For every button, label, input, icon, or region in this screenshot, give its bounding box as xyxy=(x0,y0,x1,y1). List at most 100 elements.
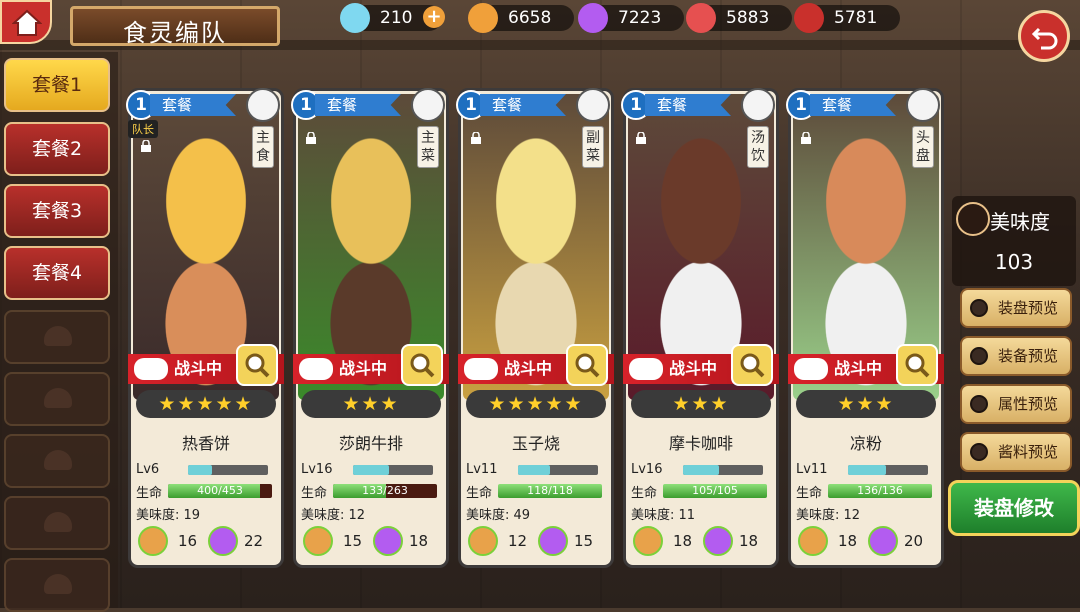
sauce-crystal-icon[interactable] xyxy=(703,526,733,556)
radio-icon xyxy=(970,395,988,413)
flavor-stat: 美味度: 12 xyxy=(796,508,861,523)
inspect-button[interactable] xyxy=(896,344,938,386)
flavor-label: 美味度 xyxy=(990,210,1050,234)
plate-icon xyxy=(906,88,940,122)
resource-crystal: 7223 xyxy=(578,3,684,33)
inspect-button[interactable] xyxy=(401,344,443,386)
set-tab-2[interactable]: 套餐2 xyxy=(4,122,110,176)
home-button[interactable] xyxy=(0,0,52,44)
battle-status: 战斗中 xyxy=(669,359,718,378)
sauce-flask-icon[interactable] xyxy=(633,526,663,556)
add-diamond-button[interactable]: + xyxy=(423,6,445,28)
level-progress-bar xyxy=(848,465,928,475)
sauce-count: 15 xyxy=(343,532,363,550)
food-soul-card[interactable]: 1 套餐 主菜 战斗中 ★★★ 莎朗牛排 Lv16 生命 133/263 美味度… xyxy=(291,88,449,568)
food-soul-card[interactable]: 1 套餐 汤饮 战斗中 ★★★ 摩卡咖啡 Lv16 生命 105/105 美味度… xyxy=(621,88,779,568)
sauce-flask-icon[interactable] xyxy=(798,526,828,556)
sauce-preview-button[interactable]: 酱料预览 xyxy=(960,432,1072,472)
set-ribbon: 套餐 xyxy=(645,94,731,116)
hp-value: 133/263 xyxy=(362,484,408,497)
food-soul-card[interactable]: 1 套餐 副菜 战斗中 ★★★★★ 玉子烧 Lv11 生命 118/118 美味… xyxy=(456,88,614,568)
mask-icon xyxy=(629,358,663,380)
right-panel: 美味度 103 装盘预览 装备预览 属性预览 酱料预览 装盘修改 xyxy=(948,196,1080,546)
attribute-preview-button[interactable]: 属性预览 xyxy=(960,384,1072,424)
level-text: Lv16 xyxy=(631,462,663,477)
character-name: 热香饼 xyxy=(181,434,230,453)
return-arrow-icon xyxy=(1031,27,1058,50)
dish-role-tag: 汤饮 xyxy=(747,126,769,168)
battle-status: 战斗中 xyxy=(834,359,883,378)
star-rating: ★★★ xyxy=(301,390,441,418)
sauce-count: 12 xyxy=(508,532,528,550)
hp-value: 136/136 xyxy=(857,484,903,497)
character-name: 摩卡咖啡 xyxy=(668,434,733,453)
set-tab-3[interactable]: 套餐3 xyxy=(4,184,110,238)
cooking-pot-icon xyxy=(44,388,72,408)
sauce-flask-icon[interactable] xyxy=(138,526,168,556)
food-soul-card[interactable]: 1 套餐 头盘 战斗中 ★★★ 凉粉 Lv11 生命 136/136 美味度: … xyxy=(786,88,944,568)
set-tab-1[interactable]: 套餐1 xyxy=(4,58,110,112)
hp-bar: 133/263 xyxy=(333,484,437,498)
food-soul-card[interactable]: 1 套餐 主食 队长 战斗中 ★★★★★ 热香饼 Lv6 生命 400/453 … xyxy=(126,88,284,568)
sauce-crystal-icon[interactable] xyxy=(538,526,568,556)
hp-value: 105/105 xyxy=(692,484,738,497)
equipment-preview-button[interactable]: 装备预览 xyxy=(960,336,1072,376)
level-progress-bar xyxy=(188,465,268,475)
set-tab-4[interactable]: 套餐4 xyxy=(4,246,110,300)
plating-preview-button[interactable]: 装盘预览 xyxy=(960,288,1072,328)
sauce-flask-icon[interactable] xyxy=(303,526,333,556)
lock-icon xyxy=(801,132,811,144)
sauce-crystal-icon[interactable] xyxy=(208,526,238,556)
magnifier-icon xyxy=(575,353,600,378)
bomb-food-icon xyxy=(794,3,824,33)
inspect-button[interactable] xyxy=(731,344,773,386)
lock-icon xyxy=(306,132,316,144)
cooking-pot-icon xyxy=(44,326,72,346)
radio-icon xyxy=(970,299,988,317)
dish-role-tag: 副菜 xyxy=(582,126,604,168)
level-progress-bar xyxy=(518,465,598,475)
soup-steam-icon xyxy=(741,88,775,122)
level-text: Lv11 xyxy=(466,462,498,477)
cake-icon xyxy=(956,202,990,236)
total-flavor-panel: 美味度 103 xyxy=(952,196,1076,286)
radio-icon xyxy=(970,443,988,461)
hp-value: 400/453 xyxy=(197,484,243,497)
hp-bar: 400/453 xyxy=(168,484,272,498)
modify-plating-button[interactable]: 装盘修改 xyxy=(948,480,1080,536)
sauce-count: 18 xyxy=(838,532,858,550)
locked-set-slot xyxy=(4,310,110,364)
resource-flask: 6658 xyxy=(468,3,574,33)
sauce-count: 18 xyxy=(673,532,693,550)
back-button[interactable] xyxy=(1018,10,1070,62)
mask-icon xyxy=(794,358,828,380)
lock-icon xyxy=(636,132,646,144)
inspect-button[interactable] xyxy=(566,344,608,386)
sauce-flask-icon[interactable] xyxy=(468,526,498,556)
sauce-count: 16 xyxy=(178,532,198,550)
cooking-pot-icon xyxy=(44,512,72,532)
hp-label: 生命 xyxy=(466,486,493,501)
battle-status: 战斗中 xyxy=(174,359,223,378)
flavor-value: 103 xyxy=(994,250,1034,274)
hp-bar: 136/136 xyxy=(828,484,932,498)
character-name: 玉子烧 xyxy=(511,434,560,453)
sauce-crystal-icon[interactable] xyxy=(868,526,898,556)
lock-icon xyxy=(471,132,481,144)
inspect-button[interactable] xyxy=(236,344,278,386)
hp-value: 118/118 xyxy=(527,484,573,497)
magnifier-icon xyxy=(410,353,435,378)
top-bar: 食灵编队 210 + 6658 7223 5883 5781 xyxy=(0,0,1080,62)
level-progress-bar xyxy=(353,465,433,475)
battle-status: 战斗中 xyxy=(339,359,388,378)
hp-bar: 105/105 xyxy=(663,484,767,498)
set-ribbon: 套餐 xyxy=(480,94,566,116)
magnifier-icon xyxy=(740,353,765,378)
sauce-crystal-icon[interactable] xyxy=(373,526,403,556)
fork-icon xyxy=(576,88,610,122)
sauce-count: 22 xyxy=(244,532,264,550)
hp-label: 生命 xyxy=(631,486,658,501)
purple-crystal-icon xyxy=(578,3,608,33)
hp-label: 生命 xyxy=(136,486,163,501)
locked-set-slot xyxy=(4,496,110,550)
